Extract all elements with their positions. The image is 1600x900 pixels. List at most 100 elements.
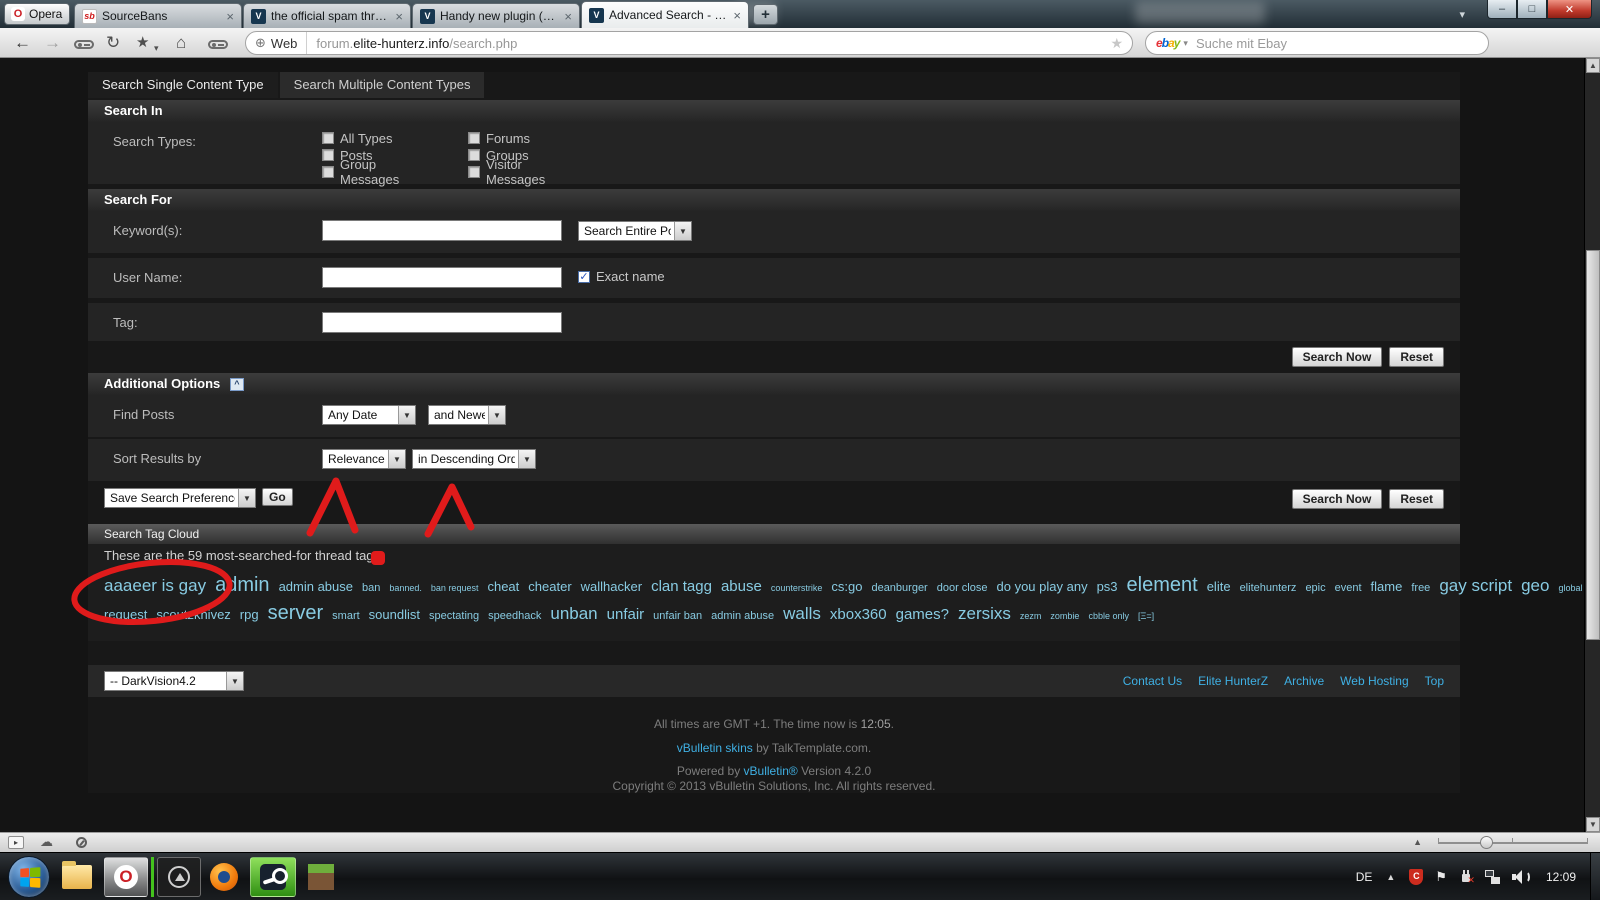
tag-cloud-tag[interactable]: [Ξ=]: [1138, 611, 1154, 621]
search-now-button[interactable]: Search Now: [1292, 347, 1383, 367]
show-desktop-button[interactable]: [1590, 853, 1600, 900]
maximize-button[interactable]: □: [1517, 0, 1547, 19]
browser-tab[interactable]: Vthe official spam threa...×: [243, 3, 411, 28]
tab-overflow-chevron-icon[interactable]: ▾: [1459, 8, 1465, 21]
search-bar[interactable]: ebay ▾ Suche mit Ebay: [1145, 31, 1489, 55]
bookmark-dropdown-icon[interactable]: ▾: [154, 37, 159, 59]
back-icon[interactable]: ←: [14, 32, 31, 54]
tag-cloud-tag[interactable]: admin: [215, 574, 269, 596]
reset-button[interactable]: Reset: [1389, 347, 1444, 367]
tag-cloud-tag[interactable]: flame: [1371, 579, 1403, 594]
taskbar-clock[interactable]: 12:09: [1546, 870, 1576, 884]
close-button[interactable]: ✕: [1547, 0, 1592, 19]
tag-cloud-tag[interactable]: cs:go: [831, 579, 862, 594]
tag-cloud-tag[interactable]: ban: [362, 582, 380, 594]
opera-taskbar-button[interactable]: O: [104, 857, 148, 897]
tag-cloud-tag[interactable]: unban: [550, 604, 597, 623]
tab-close-icon[interactable]: ×: [564, 10, 572, 23]
skin-chooser-select[interactable]: -- DarkVision4.2 ▼: [104, 671, 244, 691]
tag-cloud-tag[interactable]: admin abuse: [279, 579, 353, 594]
tag-cloud-tag[interactable]: cheat: [487, 579, 519, 594]
home-icon[interactable]: ⌂: [176, 32, 186, 54]
tag-cloud-tag[interactable]: deanburger: [871, 582, 927, 594]
ebay-icon[interactable]: ebay: [1146, 36, 1183, 50]
search-engine-dropdown-icon[interactable]: ▾: [1183, 38, 1188, 49]
newer-select[interactable]: and Newer ▼: [428, 405, 506, 425]
go-button[interactable]: Go: [262, 488, 293, 506]
scroll-down-icon[interactable]: ▼: [1586, 817, 1600, 832]
tag-cloud-tag[interactable]: cheater: [528, 579, 571, 594]
tag-cloud-tag[interactable]: counterstrike: [771, 583, 823, 593]
reset-button[interactable]: Reset: [1389, 489, 1444, 509]
tag-cloud-tag[interactable]: element: [1127, 574, 1198, 596]
tag-cloud-tag[interactable]: server: [268, 602, 324, 624]
opera-turbo-icon[interactable]: [76, 837, 87, 848]
search-type-option[interactable]: Visitor Messages: [468, 164, 584, 180]
tag-cloud-tag[interactable]: cbble only: [1088, 611, 1129, 621]
tab-close-icon[interactable]: ×: [733, 9, 741, 22]
tag-cloud-tag[interactable]: clan tagg: [651, 578, 712, 595]
collapse-icon[interactable]: ^: [230, 378, 244, 391]
checkbox[interactable]: [322, 132, 334, 144]
vbulletin-skins-link[interactable]: vBulletin skins: [677, 741, 753, 755]
date-select[interactable]: Any Date ▼: [322, 405, 416, 425]
tag-cloud-tag[interactable]: soundlist: [369, 607, 420, 622]
tag-cloud-tag[interactable]: wallhacker: [581, 579, 642, 594]
tag-input[interactable]: [322, 312, 562, 333]
tag-cloud-tag[interactable]: banned.: [389, 583, 422, 593]
wand-icon[interactable]: [208, 40, 228, 49]
forward-icon[interactable]: →: [44, 32, 61, 54]
action-center-flag-icon[interactable]: ⚑: [1435, 869, 1447, 885]
tag-cloud-tag[interactable]: geo: [1521, 576, 1549, 595]
vertical-scrollbar[interactable]: ▲ ▼: [1584, 58, 1600, 832]
keyword-scope-select[interactable]: Search Entire Posts ▼: [578, 221, 692, 241]
tag-cloud-tag[interactable]: elitehunterz: [1240, 582, 1297, 594]
keyboard-language[interactable]: DE: [1356, 870, 1373, 884]
checkbox[interactable]: [468, 149, 480, 161]
checkbox[interactable]: [468, 166, 480, 178]
keyword-input[interactable]: [322, 220, 562, 241]
tag-cloud-tag[interactable]: request: [104, 607, 147, 622]
reload-icon[interactable]: ↻: [106, 32, 120, 54]
panels-toggle-icon[interactable]: ▸: [8, 836, 24, 849]
footer-link[interactable]: Web Hosting: [1340, 674, 1408, 688]
tab-close-icon[interactable]: ×: [395, 10, 403, 23]
tag-cloud-tag[interactable]: spectating: [429, 610, 479, 622]
exact-name-checkbox[interactable]: ✓: [578, 271, 590, 283]
start-button[interactable]: [8, 856, 50, 898]
tag-cloud-tag[interactable]: event: [1335, 582, 1362, 594]
sort-select[interactable]: Relevance ▼: [322, 449, 406, 469]
firefox-icon[interactable]: [210, 863, 238, 891]
tag-cloud-tag[interactable]: aaaeer is gay: [104, 576, 206, 595]
search-engine-badge[interactable]: ⊕ Web: [246, 32, 307, 54]
checkbox[interactable]: [468, 132, 480, 144]
network-icon[interactable]: [1485, 870, 1500, 884]
tag-cloud-tag[interactable]: elite: [1207, 579, 1231, 594]
tag-cloud-tag[interactable]: games?: [896, 606, 949, 623]
search-type-option[interactable]: Group Messages: [322, 164, 438, 180]
search-type-option[interactable]: All Types: [322, 130, 438, 146]
tag-cloud-tag[interactable]: ps3: [1097, 579, 1118, 594]
search-type-option[interactable]: Forums: [468, 130, 584, 146]
bookmark-star-icon[interactable]: ★: [136, 32, 149, 54]
favorite-star-icon[interactable]: ★: [1110, 35, 1132, 52]
tag-cloud-tag[interactable]: speedhack: [488, 610, 541, 622]
power-plug-icon[interactable]: ✕: [1459, 869, 1473, 885]
content-tab[interactable]: Search Multiple Content Types: [280, 72, 485, 98]
browser-tab[interactable]: sbSourceBans×: [74, 3, 242, 28]
footer-link[interactable]: Contact Us: [1123, 674, 1182, 688]
steam-taskbar-button[interactable]: [250, 857, 296, 897]
tag-cloud-tag[interactable]: door close: [937, 582, 988, 594]
zoom-slider[interactable]: [1438, 836, 1588, 850]
tag-cloud-tag[interactable]: zezm: [1020, 611, 1042, 621]
browser-tab[interactable]: VHandy new plugin (Nik...×: [412, 3, 580, 28]
zoom-slider-knob[interactable]: [1480, 836, 1493, 849]
tag-cloud-tag[interactable]: admin abuse: [711, 610, 774, 622]
footer-link[interactable]: Top: [1425, 674, 1444, 688]
order-select[interactable]: in Descending Order ▼: [412, 449, 536, 469]
scrollbar-thumb[interactable]: [1586, 250, 1600, 640]
checkbox[interactable]: [322, 166, 334, 178]
minimize-button[interactable]: –: [1487, 0, 1517, 19]
opera-menu-button[interactable]: O Opera: [4, 3, 70, 25]
content-tab[interactable]: Search Single Content Type: [88, 72, 278, 98]
